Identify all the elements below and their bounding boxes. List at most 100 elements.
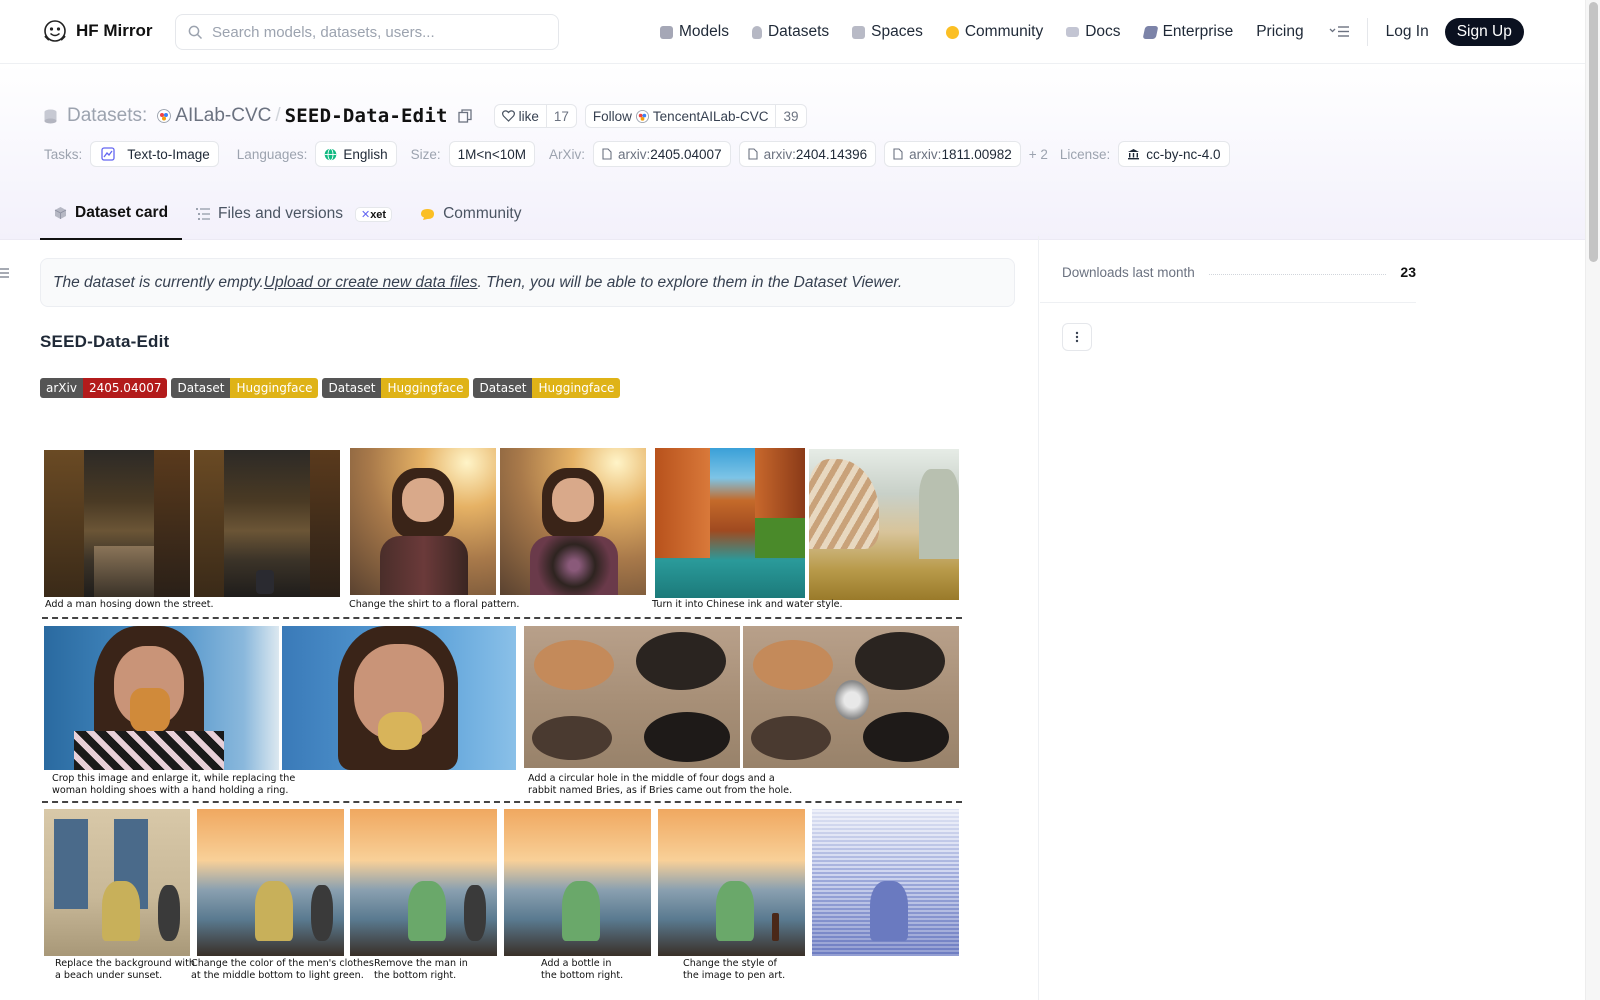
sidebar-divider [1040,302,1416,303]
example-beach-step-6 [812,809,959,956]
search-input[interactable]: Search models, datasets, users... [175,14,559,50]
nav-pricing[interactable]: Pricing [1256,23,1303,41]
dataset-card-icon [54,207,67,219]
xet-badge-label: xet [370,208,387,221]
follow-org-avatar [635,109,649,123]
repo-title-row: Datasets: AILab-CVC / SEED-Data-Edit lik… [44,102,815,130]
notice-prefix: The dataset is currently empty. [53,273,264,291]
nav-spaces[interactable]: Spaces [852,23,923,41]
community-icon [421,208,435,220]
scrollbar-thumb[interactable] [1589,2,1598,262]
signup-button[interactable]: Sign Up [1444,18,1524,46]
caption-10-line-2: the image to pen art. [683,970,786,981]
example-eating-original [44,626,279,770]
tab-dataset-card-label: Dataset card [75,204,169,221]
like-label: like [518,108,539,124]
dataset-badge-right: Huggingface [381,378,470,398]
repo-tabs: Dataset card Files and versions ✕xet Com… [40,188,535,240]
nav-enterprise-label: Enterprise [1162,23,1234,40]
language-tag-label: English [343,146,388,162]
docs-icon [1066,27,1080,37]
nav-divider [1366,18,1368,46]
repo-name[interactable]: SEED-Data-Edit [285,105,448,127]
nav-models[interactable]: Models [660,23,729,41]
like-button[interactable]: like 17 [493,104,577,128]
datasets-icon [751,25,762,39]
more-menu-icon[interactable] [1329,25,1351,39]
language-tag[interactable]: English [315,141,397,167]
nav-docs[interactable]: Docs [1066,23,1121,41]
dataset-badge-right: Huggingface [532,378,621,398]
tab-dataset-card[interactable]: Dataset card [40,188,183,240]
caption-5-line-2: rabbit named Bries, as if Bries came out… [528,785,793,796]
example-canyon-edited [809,449,959,600]
languages-label: Languages: [236,146,308,162]
login-link[interactable]: Log In [1386,23,1429,41]
paper-icon [748,148,758,160]
arxiv-prefix-3: arxiv: [909,146,942,162]
arxiv-tag-2[interactable]: arxiv:2404.14396 [738,141,877,167]
hf-logo-icon [44,20,66,42]
enterprise-icon [1142,25,1158,39]
row-divider-1 [42,617,962,619]
nav-community[interactable]: Community [945,23,1043,41]
nav-docs-label: Docs [1085,23,1121,40]
page-scrollbar[interactable] [1585,0,1600,1000]
org-link[interactable]: AILab-CVC [175,105,271,127]
brand-link[interactable]: HF Mirror [42,18,153,44]
arxiv-badge[interactable]: arXiv 2405.04007 [40,378,168,398]
downloads-label: Downloads last month [1062,264,1195,280]
repo-header: Datasets: AILab-CVC / SEED-Data-Edit lik… [0,64,1585,240]
task-tag[interactable]: Text-to-Image [90,141,219,167]
follow-button[interactable]: Follow TencentAILab-CVC 39 [584,104,807,128]
caption-4-line-1: Crop this image and enlarge it, while re… [52,773,296,784]
more-arxiv-link[interactable]: + 2 [1029,147,1048,162]
license-tag[interactable]: cc-by-nc-4.0 [1118,141,1230,167]
files-icon [196,208,211,220]
tab-community[interactable]: Community [406,188,535,240]
arxiv-tag-1[interactable]: arxiv:2405.04007 [592,141,731,167]
sidebar-toggle-icon[interactable] [0,268,9,278]
caption-7-line-2: at the middle bottom to light green. [191,970,364,981]
caption-4-line-2: woman holding shoes with a hand holding … [52,785,289,796]
paper-icon [602,148,612,160]
license-tag-label: cc-by-nc-4.0 [1146,146,1221,162]
example-beach-step-2 [197,809,344,956]
nav-datasets[interactable]: Datasets [751,23,830,41]
dataset-badge-left: Dataset [322,378,382,398]
text-to-image-icon [101,147,115,161]
repo-tags-row: Tasks: Text-to-Image Languages: English … [44,140,1244,168]
dataset-badge-3[interactable]: Dataset Huggingface [473,378,621,398]
caption-9-line-1: Add a bottle in [541,958,612,969]
downloads-stat: Downloads last month 23 [1062,264,1416,280]
example-woman-original [350,448,496,595]
search-icon [188,25,203,40]
nav-models-label: Models [679,23,729,40]
paper-icon [893,148,903,160]
nav-enterprise[interactable]: Enterprise [1142,23,1234,41]
copy-icon[interactable] [457,109,472,123]
size-tag-label: 1M<n<10M [457,146,526,162]
nav-spaces-label: Spaces [871,23,923,40]
example-street-edited [194,450,340,597]
caption-2: Change the shirt to a floral pattern. [349,599,520,610]
caption-3: Turn it into Chinese ink and water style… [652,599,843,610]
follow-label: Follow [592,108,632,124]
nav-datasets-label: Datasets [767,23,830,40]
tab-files-and-versions[interactable]: Files and versions ✕xet [182,188,406,240]
size-tag[interactable]: 1M<n<10M [448,141,535,167]
caption-10-line-1: Change the style of [683,958,777,969]
tasks-label: Tasks: [44,146,83,162]
models-icon [660,25,673,39]
community-icon [945,25,959,39]
arxiv-prefix-1: arxiv: [617,146,651,162]
upload-data-link[interactable]: Upload or create new data files [264,274,478,292]
example-beach-step-4 [504,809,651,956]
caption-9-line-2: the bottom right. [541,970,624,981]
arxiv-tag-3[interactable]: arxiv:1811.00982 [884,141,1021,167]
dataset-badge-1[interactable]: Dataset Huggingface [171,378,319,398]
dataset-badge-2[interactable]: Dataset Huggingface [322,378,470,398]
spaces-icon [852,25,866,39]
notice-suffix: . Then, you will be able to explore them… [477,273,903,291]
options-button[interactable] [1062,323,1092,351]
